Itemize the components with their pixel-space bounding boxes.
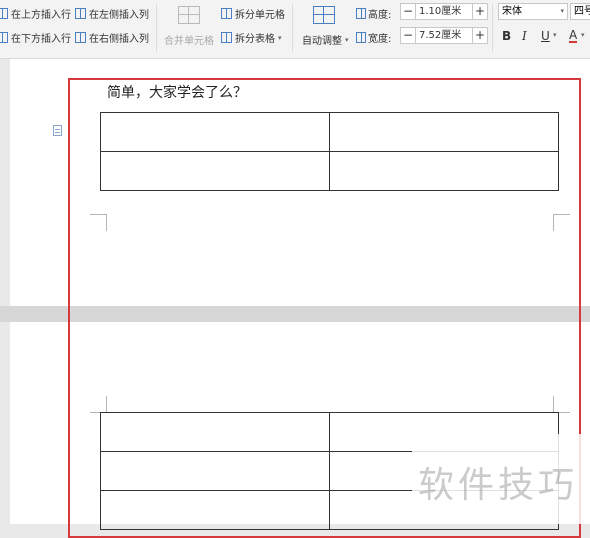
chevron-down-icon: ▾ (345, 35, 349, 44)
row-height-value[interactable]: 1.10厘米 (415, 4, 473, 19)
italic-button[interactable]: I (522, 29, 527, 43)
split-cell-button[interactable]: 拆分单元格 (221, 6, 285, 21)
increase-height-button[interactable]: + (473, 4, 487, 19)
column-width-value[interactable]: 7.52厘米 (415, 28, 473, 43)
chevron-down-icon: ▾ (278, 33, 282, 42)
font-size-select[interactable]: 四号 (570, 3, 590, 20)
decrease-height-button[interactable]: − (401, 4, 415, 19)
merge-cells-icon (178, 6, 200, 24)
decrease-width-button[interactable]: − (401, 28, 415, 43)
bold-button[interactable]: B (502, 29, 511, 43)
insert-row-above-icon (0, 8, 8, 19)
row-height-stepper[interactable]: − 1.10厘米 + (400, 3, 488, 20)
insert-column-right-icon (75, 32, 86, 43)
increase-width-button[interactable]: + (473, 28, 487, 43)
split-table-icon (221, 32, 232, 43)
ribbon-divider (156, 4, 157, 52)
insert-row-above-button[interactable]: 在上方插入行 (0, 6, 71, 21)
column-width-label: 宽度: (356, 30, 391, 45)
insert-column-right-button[interactable]: 在右侧插入列 (75, 30, 149, 45)
auto-adjust-icon (313, 6, 335, 24)
chevron-down-icon: ▾ (553, 31, 557, 39)
font-color-button[interactable]: A (569, 29, 578, 43)
underline-button[interactable]: U (541, 29, 550, 43)
ribbon-divider (292, 4, 293, 52)
paragraph-anchor-icon (53, 125, 62, 136)
row-height-icon (356, 8, 366, 19)
insert-row-below-button[interactable]: 在下方插入行 (0, 30, 71, 45)
ribbon-divider (492, 4, 493, 52)
column-width-stepper[interactable]: − 7.52厘米 + (400, 27, 488, 44)
split-table-button[interactable]: 拆分表格 ▾ (221, 30, 282, 45)
font-name-select[interactable]: 宋体 ▾ (498, 3, 568, 20)
column-width-icon (356, 32, 366, 43)
chevron-down-icon: ▾ (560, 7, 564, 15)
insert-row-below-icon (0, 32, 8, 43)
auto-adjust-button[interactable]: 自动调整 ▾ (302, 32, 349, 48)
split-cell-icon (221, 8, 232, 19)
row-height-label: 高度: (356, 6, 391, 21)
chevron-down-icon: ▾ (581, 31, 585, 39)
table-tools-ribbon: 在上方插入行 在下方插入行 在左侧插入列 在右侧插入列 合并单元格 拆分单元格 … (0, 0, 590, 59)
watermark-text: 软件技巧 (418, 465, 579, 506)
insert-column-left-icon (75, 8, 86, 19)
merge-cells-button[interactable]: 合并单元格 (164, 32, 214, 47)
insert-column-left-button[interactable]: 在左侧插入列 (75, 6, 149, 21)
